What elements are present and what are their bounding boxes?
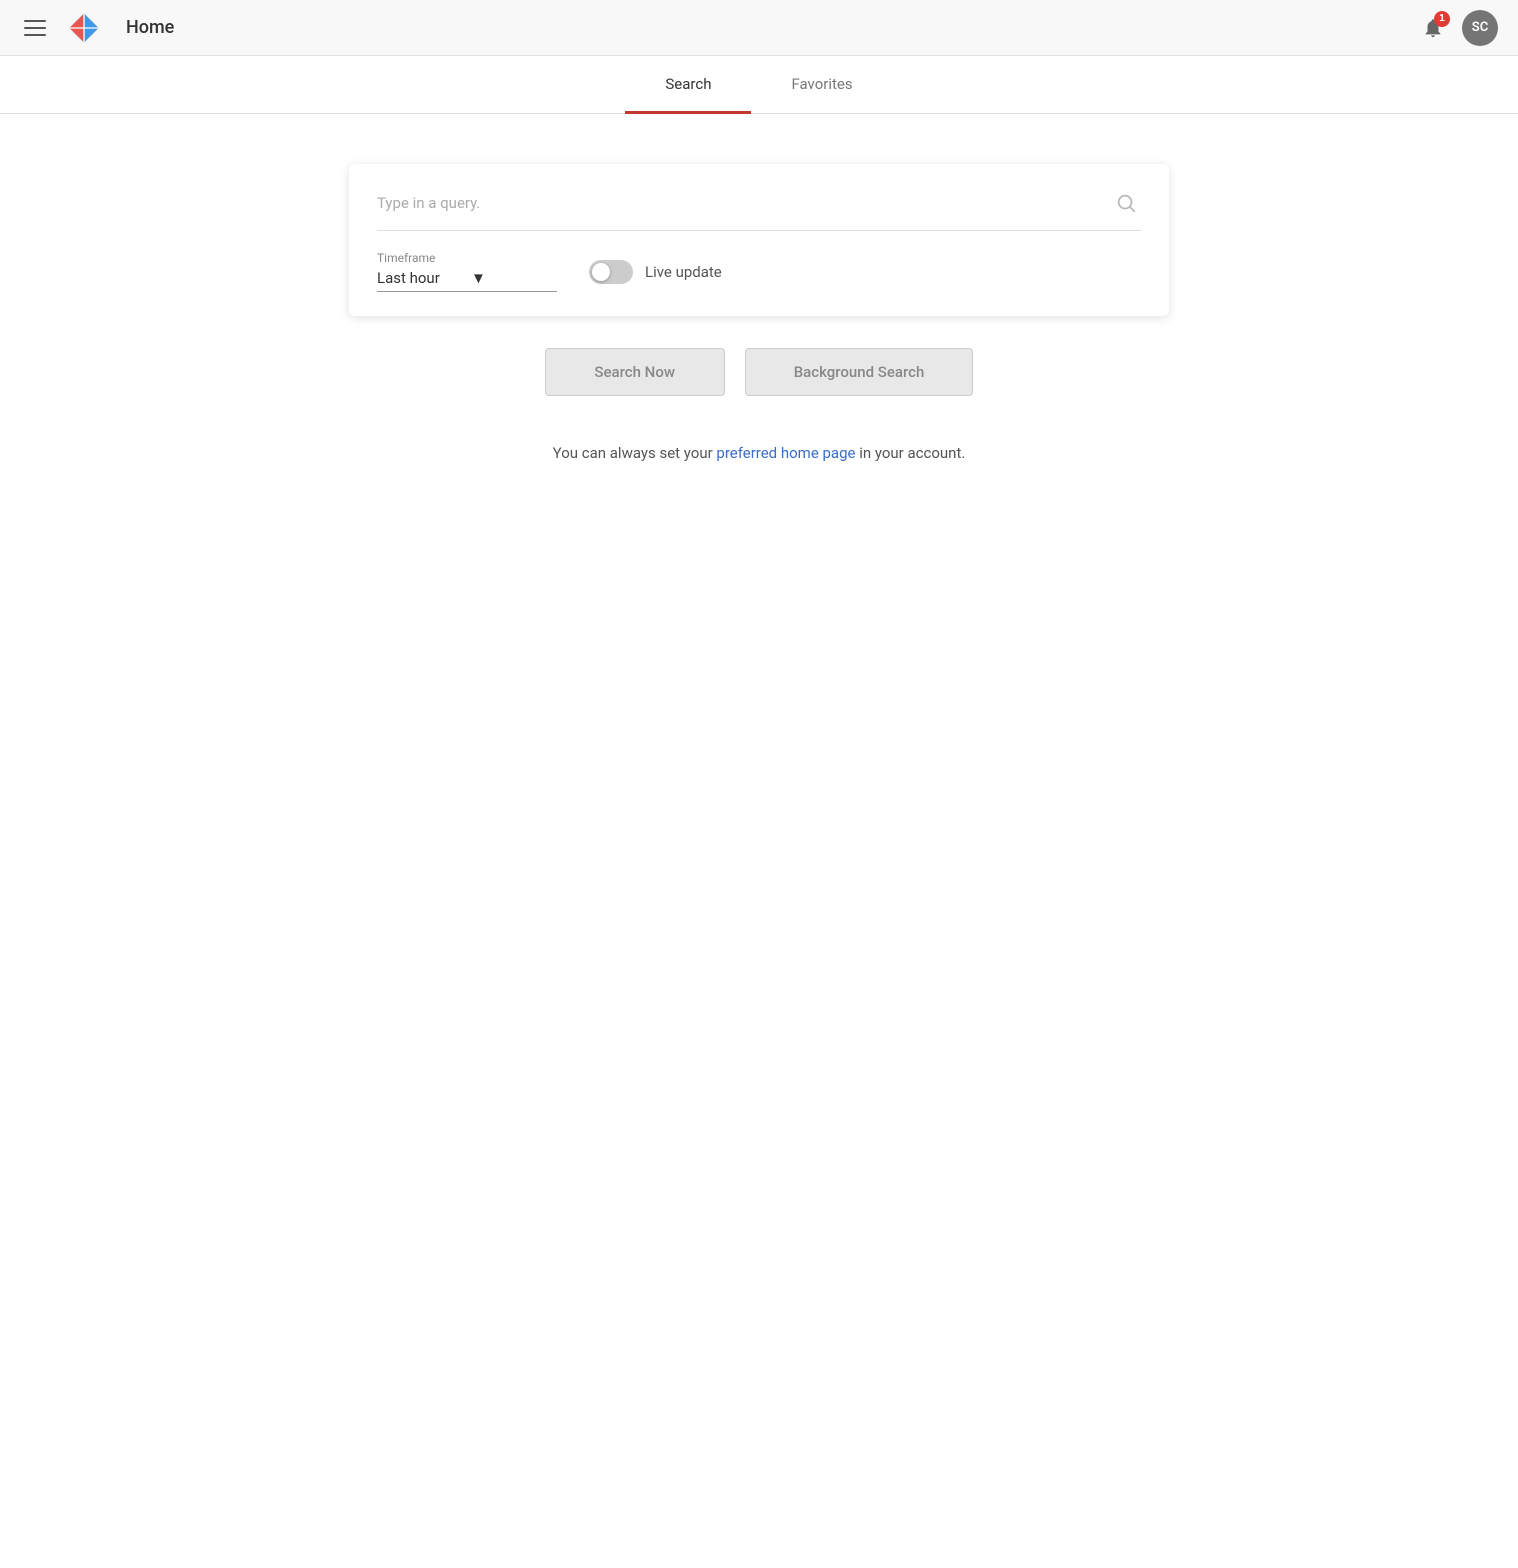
live-update-label: Live update bbox=[645, 263, 722, 281]
chevron-down-icon: ▼ bbox=[471, 269, 557, 287]
background-search-button[interactable]: Background Search bbox=[745, 348, 974, 396]
live-update-row: Live update bbox=[589, 260, 722, 284]
timeframe-select[interactable]: Last hour ▼ bbox=[377, 269, 557, 292]
header-left: Home bbox=[20, 10, 174, 46]
timeframe-group: Timeframe Last hour ▼ bbox=[377, 251, 557, 292]
search-input[interactable] bbox=[377, 194, 1111, 212]
preferred-home-page-link[interactable]: preferred home page bbox=[716, 444, 855, 462]
tab-favorites[interactable]: Favorites bbox=[751, 57, 892, 114]
timeframe-label: Timeframe bbox=[377, 251, 557, 265]
search-now-button[interactable]: Search Now bbox=[545, 348, 725, 396]
avatar-initials: SC bbox=[1472, 20, 1488, 35]
search-icon bbox=[1115, 192, 1137, 214]
hint-text-before: You can always set your bbox=[553, 444, 717, 462]
search-submit-button[interactable] bbox=[1111, 188, 1141, 218]
header: Home 1 SC bbox=[0, 0, 1518, 56]
live-update-toggle[interactable] bbox=[589, 260, 633, 284]
logo bbox=[66, 10, 102, 46]
hint-text-after: in your account. bbox=[855, 444, 965, 462]
page-title: Home bbox=[126, 17, 174, 38]
header-right: 1 SC bbox=[1416, 10, 1498, 46]
timeframe-row: Timeframe Last hour ▼ Live update bbox=[377, 251, 1141, 292]
search-card: Timeframe Last hour ▼ Live update bbox=[349, 164, 1169, 316]
avatar[interactable]: SC bbox=[1462, 10, 1498, 46]
search-input-wrapper bbox=[377, 188, 1141, 231]
action-buttons: Search Now Background Search bbox=[545, 348, 974, 396]
main-content: Timeframe Last hour ▼ Live update Search… bbox=[0, 114, 1518, 462]
notification-badge: 1 bbox=[1434, 11, 1450, 27]
tab-search[interactable]: Search bbox=[625, 57, 751, 114]
notification-button[interactable]: 1 bbox=[1416, 11, 1450, 45]
hamburger-menu-icon[interactable] bbox=[20, 16, 50, 40]
timeframe-value: Last hour bbox=[377, 269, 463, 287]
tabs-container: Search Favorites bbox=[0, 56, 1518, 114]
hint-text: You can always set your preferred home p… bbox=[553, 444, 966, 462]
